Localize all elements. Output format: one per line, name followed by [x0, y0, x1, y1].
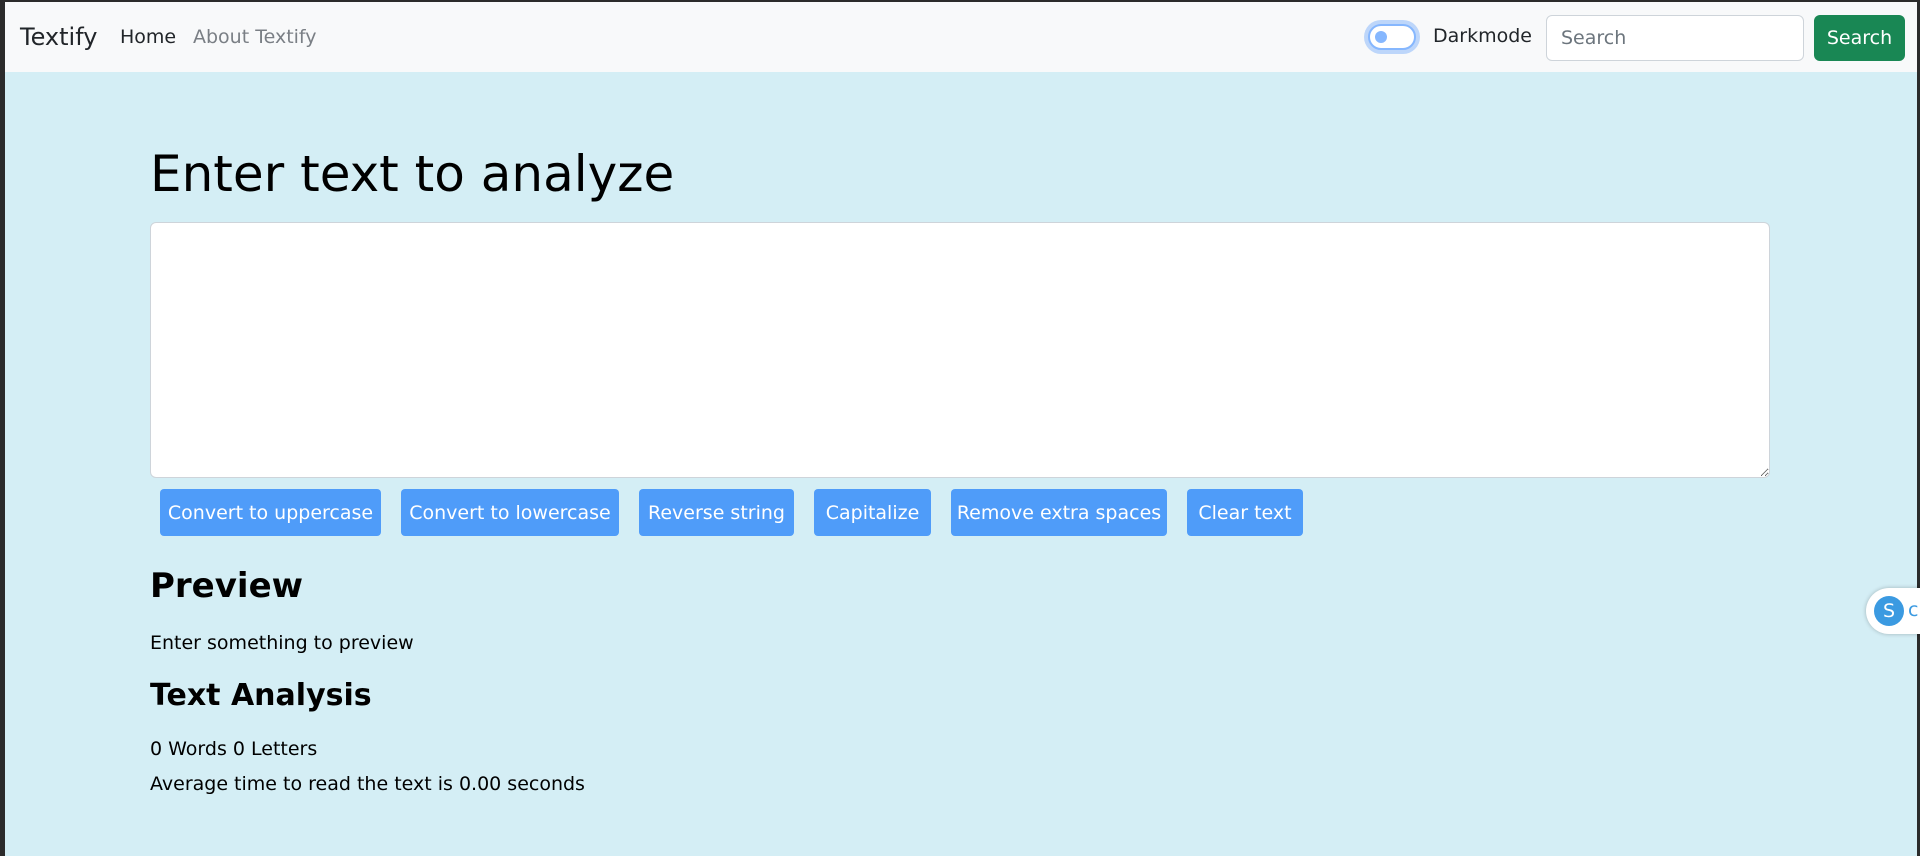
text-analysis-heading: Text Analysis: [150, 678, 372, 713]
s-logo-icon: S: [1874, 596, 1904, 626]
text-input-area[interactable]: [150, 222, 1770, 478]
read-time-text: Average time to read the text is 0.00 se…: [150, 773, 585, 795]
convert-uppercase-button[interactable]: Convert to uppercase: [160, 489, 381, 536]
word-letter-count: 0 Words 0 Letters: [150, 738, 318, 760]
nav-link-about[interactable]: About Textify: [193, 26, 317, 48]
navbar: Textify Home About Textify Darkmode Sear…: [5, 2, 1917, 72]
reverse-string-button[interactable]: Reverse string: [639, 489, 794, 536]
side-widget-text: c: [1908, 599, 1919, 621]
darkmode-toggle[interactable]: [1368, 24, 1416, 50]
side-widget[interactable]: S c: [1866, 588, 1920, 634]
clear-text-button[interactable]: Clear text: [1187, 489, 1303, 536]
preview-text: Enter something to preview: [150, 632, 414, 654]
nav-link-home[interactable]: Home: [120, 26, 176, 48]
brand-link[interactable]: Textify: [20, 23, 97, 51]
darkmode-label: Darkmode: [1433, 25, 1532, 47]
toggle-knob: [1375, 31, 1387, 43]
preview-heading: Preview: [150, 566, 304, 606]
page-title: Enter text to analyze: [150, 145, 675, 203]
window-frame-left: [0, 0, 5, 856]
convert-lowercase-button[interactable]: Convert to lowercase: [401, 489, 619, 536]
search-input[interactable]: [1546, 15, 1804, 61]
remove-extra-spaces-button[interactable]: Remove extra spaces: [951, 489, 1167, 536]
search-button[interactable]: Search: [1814, 15, 1905, 61]
capitalize-button[interactable]: Capitalize: [814, 489, 931, 536]
